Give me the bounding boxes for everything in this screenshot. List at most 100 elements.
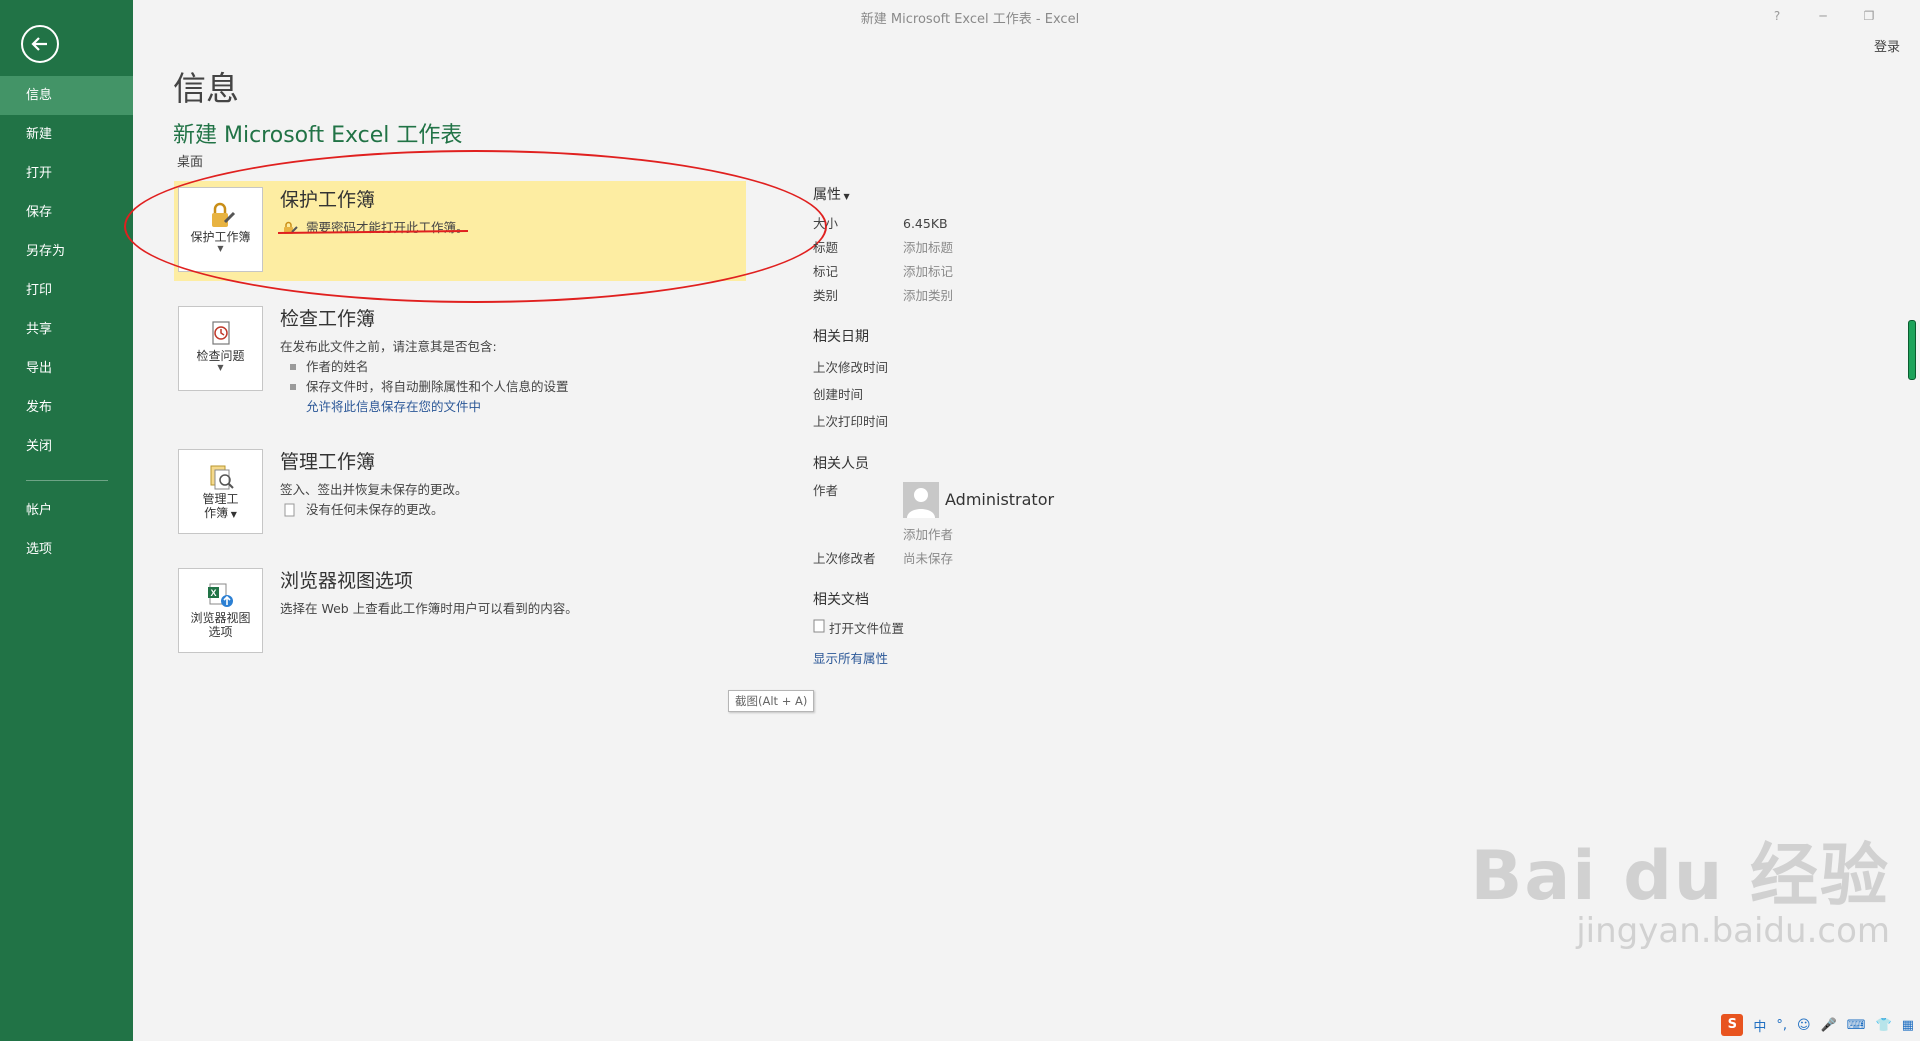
manage-workbook-note: 没有任何未保存的更改。 bbox=[280, 500, 730, 520]
browser-view-tile-label: 浏览器视图 bbox=[190, 611, 251, 625]
browser-view-tile-label-2: 选项 bbox=[208, 625, 233, 639]
signin-link[interactable]: 登录 bbox=[1874, 36, 1900, 55]
browser-view-body: 浏览器视图选项 选择在 Web 上查看此工作簿时用户可以看到的内容。 bbox=[280, 566, 730, 619]
check-for-issues-button[interactable]: 检查问题 ▼ bbox=[178, 306, 263, 391]
toolbox-icon[interactable]: ▦ bbox=[1902, 1018, 1914, 1033]
scroll-indicator[interactable] bbox=[1908, 320, 1916, 380]
nav-item-save-as[interactable]: 另存为 bbox=[0, 232, 133, 271]
nav-item-options[interactable]: 选项 bbox=[0, 530, 133, 569]
microphone-icon[interactable]: 🎤 bbox=[1821, 1018, 1837, 1033]
protect-workbook-body: 保护工作簿 需要密码才能打开此工作簿。 bbox=[280, 185, 730, 238]
nav-item-publish[interactable]: 发布 bbox=[0, 388, 133, 427]
open-file-location-link[interactable]: 打开文件位置 bbox=[829, 617, 904, 641]
add-title-field[interactable]: 添加标题 bbox=[903, 236, 953, 260]
show-all-properties-link[interactable]: 显示所有属性 bbox=[813, 647, 888, 671]
last-modified-by-key: 上次修改者 bbox=[813, 551, 876, 566]
chevron-down-icon: ▼ bbox=[228, 510, 237, 519]
protect-workbook-button[interactable]: 保护工作簿 ▼ bbox=[178, 187, 263, 272]
author-row: 作者 Administrator bbox=[813, 481, 1113, 523]
nav-item-export[interactable]: 导出 bbox=[0, 349, 133, 388]
manage-workbook-body: 管理工作簿 签入、签出并恢复未保存的更改。 没有任何未保存的更改。 bbox=[280, 447, 730, 520]
manage-workbook-title: 管理工作簿 bbox=[280, 451, 376, 473]
skin-icon[interactable]: 👕 bbox=[1876, 1018, 1892, 1033]
ime-mode[interactable]: 中 bbox=[1753, 1016, 1766, 1035]
last-modified-by-row: 上次修改者 尚未保存 bbox=[813, 547, 1113, 571]
manage-workbook-icon bbox=[179, 462, 262, 490]
properties-panel: 属性 ▼ 大小 6.45KB 标题 添加标题 标记 添加标记 类别 添加类别 相… bbox=[813, 184, 1113, 671]
property-row: 标记 添加标记 bbox=[813, 260, 1113, 284]
back-arrow-icon bbox=[31, 37, 47, 51]
window-controls: ? ─ ❐ bbox=[1754, 6, 1892, 26]
screenshot-tooltip: 截图(Alt + A) bbox=[728, 690, 815, 712]
properties-heading[interactable]: 属性 ▼ bbox=[813, 184, 1113, 204]
chevron-down-icon: ▼ bbox=[217, 244, 224, 253]
property-key: 标题 bbox=[813, 240, 839, 255]
nav-item-account[interactable]: 帐户 bbox=[0, 491, 133, 530]
inspect-bullet: 保存文件时，将自动删除属性和个人信息的设置 bbox=[280, 377, 730, 397]
add-author-row: 添加作者 bbox=[813, 523, 1113, 547]
related-people-group: 相关人员 作者 Administrator 添加作者 上次修改者 尚未保存 bbox=[813, 453, 1113, 571]
add-category-field[interactable]: 添加类别 bbox=[903, 284, 953, 308]
add-tags-field[interactable]: 添加标记 bbox=[903, 260, 953, 284]
author-entry[interactable]: Administrator bbox=[903, 481, 1054, 519]
ime-toolbar: S 中 °, ☺ 🎤 ⌨ 👕 ▦ bbox=[1721, 1013, 1914, 1037]
help-button[interactable]: ? bbox=[1754, 6, 1800, 26]
svg-text:X: X bbox=[210, 588, 216, 598]
property-key: 类别 bbox=[813, 288, 839, 303]
restore-button[interactable]: ❐ bbox=[1846, 6, 1892, 26]
inspect-workbook-desc: 在发布此文件之前，请注意其是否包含: bbox=[280, 339, 497, 354]
inspect-bullet: 作者的姓名 bbox=[280, 357, 730, 377]
watermark-main: Bai du 经验 bbox=[1470, 837, 1890, 916]
related-documents-group: 相关文档 打开文件位置 显示所有属性 bbox=[813, 589, 1113, 671]
back-button[interactable] bbox=[21, 25, 59, 63]
inspect-workbook-body: 检查工作簿 在发布此文件之前，请注意其是否包含: 作者的姓名 保存文件时，将自动… bbox=[280, 304, 730, 417]
date-label: 上次打印时间 bbox=[813, 414, 889, 429]
minimize-button[interactable]: ─ bbox=[1800, 6, 1846, 26]
nav-item-share[interactable]: 共享 bbox=[0, 310, 133, 349]
check-for-issues-tile-label: 检查问题 bbox=[196, 349, 245, 363]
browser-view-desc: 选择在 Web 上查看此工作簿时用户可以看到的内容。 bbox=[280, 601, 578, 616]
manage-workbook-desc: 签入、签出并恢复未保存的更改。 bbox=[280, 482, 468, 497]
inspect-workbook-title: 检查工作簿 bbox=[280, 308, 376, 330]
property-row: 类别 添加类别 bbox=[813, 284, 1113, 308]
allow-save-info-link[interactable]: 允许将此信息保存在您的文件中 bbox=[280, 397, 730, 417]
manage-workbook-note-text: 没有任何未保存的更改。 bbox=[306, 502, 444, 517]
keyboard-icon[interactable]: ⌨ bbox=[1847, 1018, 1866, 1033]
inspect-document-icon bbox=[179, 319, 262, 347]
last-modified-by-value: 尚未保存 bbox=[903, 551, 954, 566]
protect-workbook-title: 保护工作簿 bbox=[280, 189, 376, 211]
date-label: 上次修改时间 bbox=[813, 360, 889, 375]
related-dates-group: 相关日期 上次修改时间 创建时间 上次打印时间 bbox=[813, 326, 1113, 435]
nav-item-save[interactable]: 保存 bbox=[0, 193, 133, 232]
protect-workbook-status: 需要密码才能打开此工作簿。 bbox=[280, 218, 730, 238]
backstage-sidebar: 信息 新建 打开 保存 另存为 打印 共享 导出 发布 关闭 帐户 选项 bbox=[0, 0, 133, 1041]
browser-view-section: X 浏览器视图 选项 浏览器视图选项 选择在 Web 上查看此工作簿时用户可以看… bbox=[174, 562, 746, 662]
add-author-link[interactable]: 添加作者 bbox=[903, 523, 953, 547]
person-icon bbox=[903, 482, 939, 518]
sogou-logo-icon[interactable]: S bbox=[1721, 1014, 1744, 1036]
nav-item-new[interactable]: 新建 bbox=[0, 115, 133, 154]
property-row: 标题 添加标题 bbox=[813, 236, 1113, 260]
nav-item-close[interactable]: 关闭 bbox=[0, 427, 133, 466]
manage-workbook-button[interactable]: 管理工 作簿 ▼ bbox=[178, 449, 263, 534]
chevron-down-icon: ▼ bbox=[217, 363, 224, 372]
lock-icon bbox=[179, 200, 262, 228]
protect-workbook-tile-label: 保护工作簿 bbox=[190, 230, 251, 244]
open-file-location-row[interactable]: 打开文件位置 bbox=[813, 617, 1113, 641]
nav-item-print[interactable]: 打印 bbox=[0, 271, 133, 310]
emoji-icon[interactable]: ☺ bbox=[1797, 1018, 1811, 1033]
nav-item-info[interactable]: 信息 bbox=[0, 76, 133, 115]
window-title: 新建 Microsoft Excel 工作表 - Excel bbox=[860, 12, 1080, 27]
browser-view-options-button[interactable]: X 浏览器视图 选项 bbox=[178, 568, 263, 653]
related-dates-heading: 相关日期 bbox=[813, 329, 869, 345]
author-name: Administrator bbox=[945, 490, 1055, 509]
nav-item-open[interactable]: 打开 bbox=[0, 154, 133, 193]
related-documents-heading: 相关文档 bbox=[813, 592, 869, 608]
browser-view-title: 浏览器视图选项 bbox=[280, 570, 414, 592]
document-name: 新建 Microsoft Excel 工作表 bbox=[173, 123, 463, 148]
property-key: 标记 bbox=[813, 264, 839, 279]
excel-web-icon: X bbox=[179, 581, 262, 609]
ime-punct[interactable]: °, bbox=[1776, 1018, 1787, 1033]
property-row: 大小 6.45KB bbox=[813, 212, 1113, 236]
